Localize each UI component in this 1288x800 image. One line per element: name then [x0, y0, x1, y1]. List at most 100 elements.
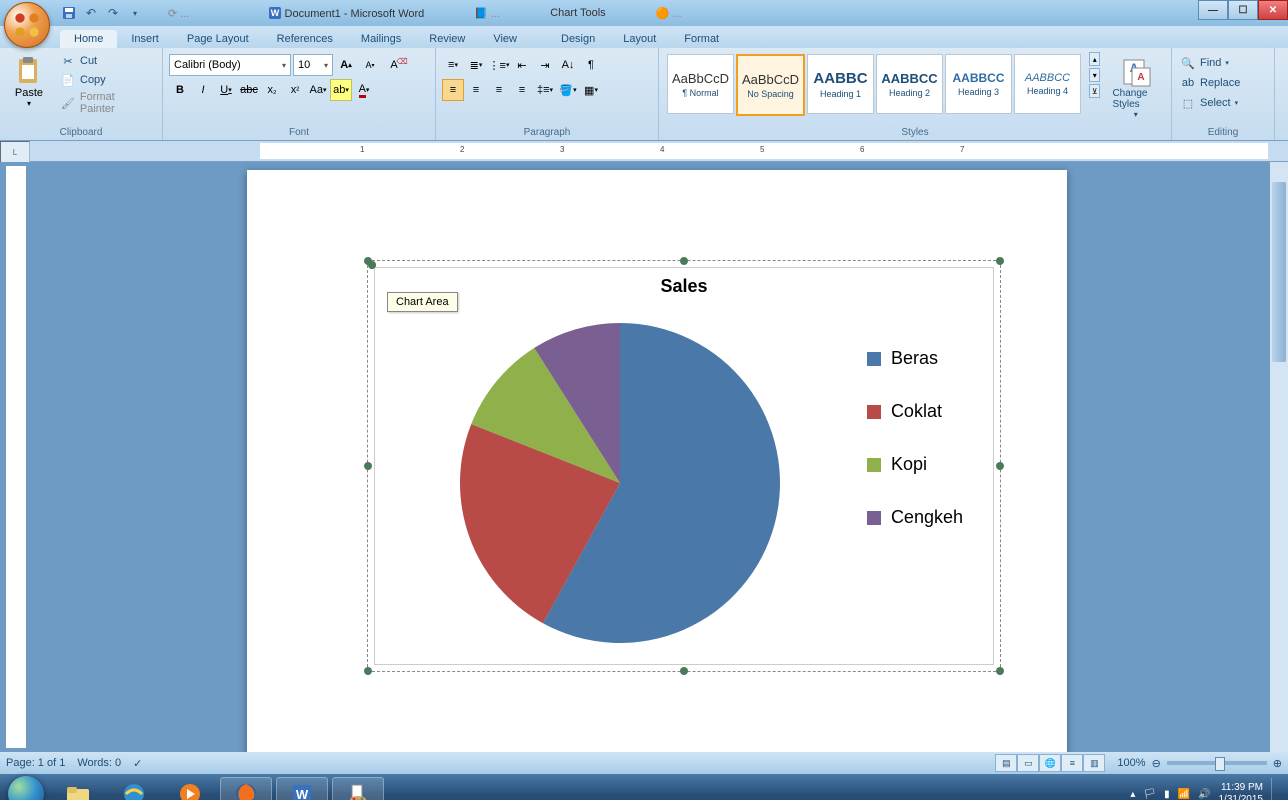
status-page[interactable]: Page: 1 of 1	[6, 757, 65, 769]
zoom-slider[interactable]	[1167, 761, 1267, 765]
status-words[interactable]: Words: 0	[77, 757, 121, 769]
view-outline[interactable]: ≡	[1061, 754, 1083, 772]
style--normal[interactable]: AaBbCcD¶ Normal	[667, 54, 734, 114]
resize-handle-s[interactable]	[680, 667, 688, 675]
style-heading-3[interactable]: AABBCCHeading 3	[945, 54, 1012, 114]
style-heading-1[interactable]: AABBCHeading 1	[807, 54, 874, 114]
bold-button[interactable]: B	[169, 79, 191, 101]
multilevel-button[interactable]: ⋮≡▾	[488, 54, 510, 76]
proofing-icon[interactable]: ✓	[133, 757, 142, 770]
zoom-in-button[interactable]: ⊕	[1273, 757, 1282, 770]
document-scroll[interactable]: Chart Area Sales BerasCoklatKopiCengkeh	[26, 162, 1288, 752]
vertical-ruler[interactable]	[6, 166, 26, 748]
change-styles-button[interactable]: AA Change Styles ▾	[1106, 50, 1165, 125]
taskbar-firefox[interactable]	[220, 777, 272, 800]
qat-dropdown-icon[interactable]: ▾	[126, 4, 144, 22]
zoom-out-button[interactable]: ⊖	[1152, 757, 1161, 770]
align-left-button[interactable]: ≡	[442, 79, 464, 101]
tab-selector[interactable]: L	[0, 141, 30, 163]
resize-handle-ne[interactable]	[996, 257, 1004, 265]
font-size-combo[interactable]: 10▾	[293, 54, 333, 76]
grow-font-button[interactable]: A▴	[335, 54, 357, 76]
replace-button[interactable]: abReplace	[1178, 74, 1242, 92]
taskbar-ie[interactable]	[108, 777, 160, 800]
sort-button[interactable]: A↓	[557, 54, 579, 76]
style-no-spacing[interactable]: AaBbCcDNo Spacing	[736, 54, 805, 116]
bullets-button[interactable]: ≡▾	[442, 54, 464, 76]
change-case-button[interactable]: Aa▾	[307, 79, 329, 101]
tab-view[interactable]: View	[479, 30, 531, 48]
maximize-button[interactable]: ☐	[1228, 0, 1258, 20]
justify-button[interactable]: ≡	[511, 79, 533, 101]
tab-home[interactable]: Home	[60, 30, 117, 48]
tray-show-hidden[interactable]: ▴	[1130, 789, 1135, 800]
pie-chart[interactable]	[455, 318, 785, 648]
save-icon[interactable]	[60, 4, 78, 22]
align-right-button[interactable]: ≡	[488, 79, 510, 101]
resize-handle-w[interactable]	[364, 462, 372, 470]
line-spacing-button[interactable]: ‡≡▾	[534, 79, 556, 101]
show-desktop-button[interactable]	[1271, 778, 1280, 800]
undo-icon[interactable]: ↶	[82, 4, 100, 22]
vertical-scrollbar[interactable]	[1270, 162, 1288, 752]
style-heading-4[interactable]: AABBCCHeading 4	[1014, 54, 1081, 114]
chart-legend[interactable]: BerasCoklatKopiCengkeh	[867, 348, 963, 528]
select-button[interactable]: ⬚Select ▾	[1178, 94, 1242, 112]
strikethrough-button[interactable]: abc	[238, 79, 260, 101]
taskbar-explorer[interactable]	[52, 777, 104, 800]
chart-area[interactable]: Chart Area Sales BerasCoklatKopiCengkeh	[374, 267, 994, 665]
styles-expand[interactable]: ⊻	[1089, 84, 1100, 98]
format-painter-button[interactable]: 🖌Format Painter	[56, 90, 156, 116]
chart-object[interactable]: Chart Area Sales BerasCoklatKopiCengkeh	[367, 260, 1001, 672]
styles-row-up[interactable]: ▴	[1089, 52, 1100, 66]
clear-formatting-button[interactable]: A⌫	[383, 54, 405, 76]
font-name-combo[interactable]: Calibri (Body)▾	[169, 54, 291, 76]
view-full-screen[interactable]: ▭	[1017, 754, 1039, 772]
paste-button[interactable]: Paste ▾	[6, 50, 52, 113]
horizontal-ruler[interactable]: 1234567	[260, 143, 1268, 159]
tray-flag-icon[interactable]: 🏳	[1143, 789, 1156, 800]
show-marks-button[interactable]: ¶	[580, 54, 602, 76]
resize-handle-sw[interactable]	[364, 667, 372, 675]
tab-references[interactable]: References	[263, 30, 347, 48]
font-color-button[interactable]: A▾	[353, 79, 375, 101]
tray-volume-icon[interactable]: 🔊	[1198, 789, 1210, 800]
numbering-button[interactable]: ≣▾	[465, 54, 487, 76]
view-web-layout[interactable]: 🌐	[1039, 754, 1061, 772]
taskbar-media-player[interactable]	[164, 777, 216, 800]
highlight-button[interactable]: ab▾	[330, 79, 352, 101]
tray-network-icon[interactable]: 📶	[1178, 789, 1190, 800]
close-button[interactable]: ✕	[1258, 0, 1288, 20]
start-button[interactable]	[4, 776, 48, 800]
tab-page-layout[interactable]: Page Layout	[173, 30, 263, 48]
decrease-indent-button[interactable]: ⇤	[511, 54, 533, 76]
find-button[interactable]: 🔍Find ▾	[1178, 54, 1242, 72]
borders-button[interactable]: ▦▾	[580, 79, 602, 101]
resize-handle-n[interactable]	[680, 257, 688, 265]
tray-battery-icon[interactable]: ▮	[1164, 789, 1170, 800]
tab-review[interactable]: Review	[415, 30, 479, 48]
chart-title[interactable]: Sales	[375, 268, 993, 297]
tab-format[interactable]: Format	[670, 30, 733, 48]
tray-clock[interactable]: 11:39 PM 1/31/2015	[1219, 782, 1264, 800]
shading-button[interactable]: 🪣▾	[557, 79, 579, 101]
resize-handle-e[interactable]	[996, 462, 1004, 470]
cut-button[interactable]: ✂Cut	[56, 52, 156, 70]
copy-button[interactable]: 📄Copy	[56, 71, 156, 89]
redo-icon[interactable]: ↷	[104, 4, 122, 22]
resize-handle-nw[interactable]	[364, 257, 372, 265]
shrink-font-button[interactable]: A▾	[359, 54, 381, 76]
styles-gallery[interactable]: AaBbCcD¶ NormalAaBbCcDNo SpacingAABBCHea…	[665, 50, 1083, 120]
scrollbar-thumb[interactable]	[1272, 182, 1286, 362]
resize-handle-se[interactable]	[996, 667, 1004, 675]
legend-item-coklat[interactable]: Coklat	[867, 401, 963, 422]
taskbar-paint[interactable]	[332, 777, 384, 800]
view-draft[interactable]: ▥	[1083, 754, 1105, 772]
taskbar-word[interactable]: W	[276, 777, 328, 800]
superscript-button[interactable]: x²	[284, 79, 306, 101]
subscript-button[interactable]: x₂	[261, 79, 283, 101]
increase-indent-button[interactable]: ⇥	[534, 54, 556, 76]
zoom-level[interactable]: 100%	[1117, 757, 1145, 769]
italic-button[interactable]: I	[192, 79, 214, 101]
align-center-button[interactable]: ≡	[465, 79, 487, 101]
